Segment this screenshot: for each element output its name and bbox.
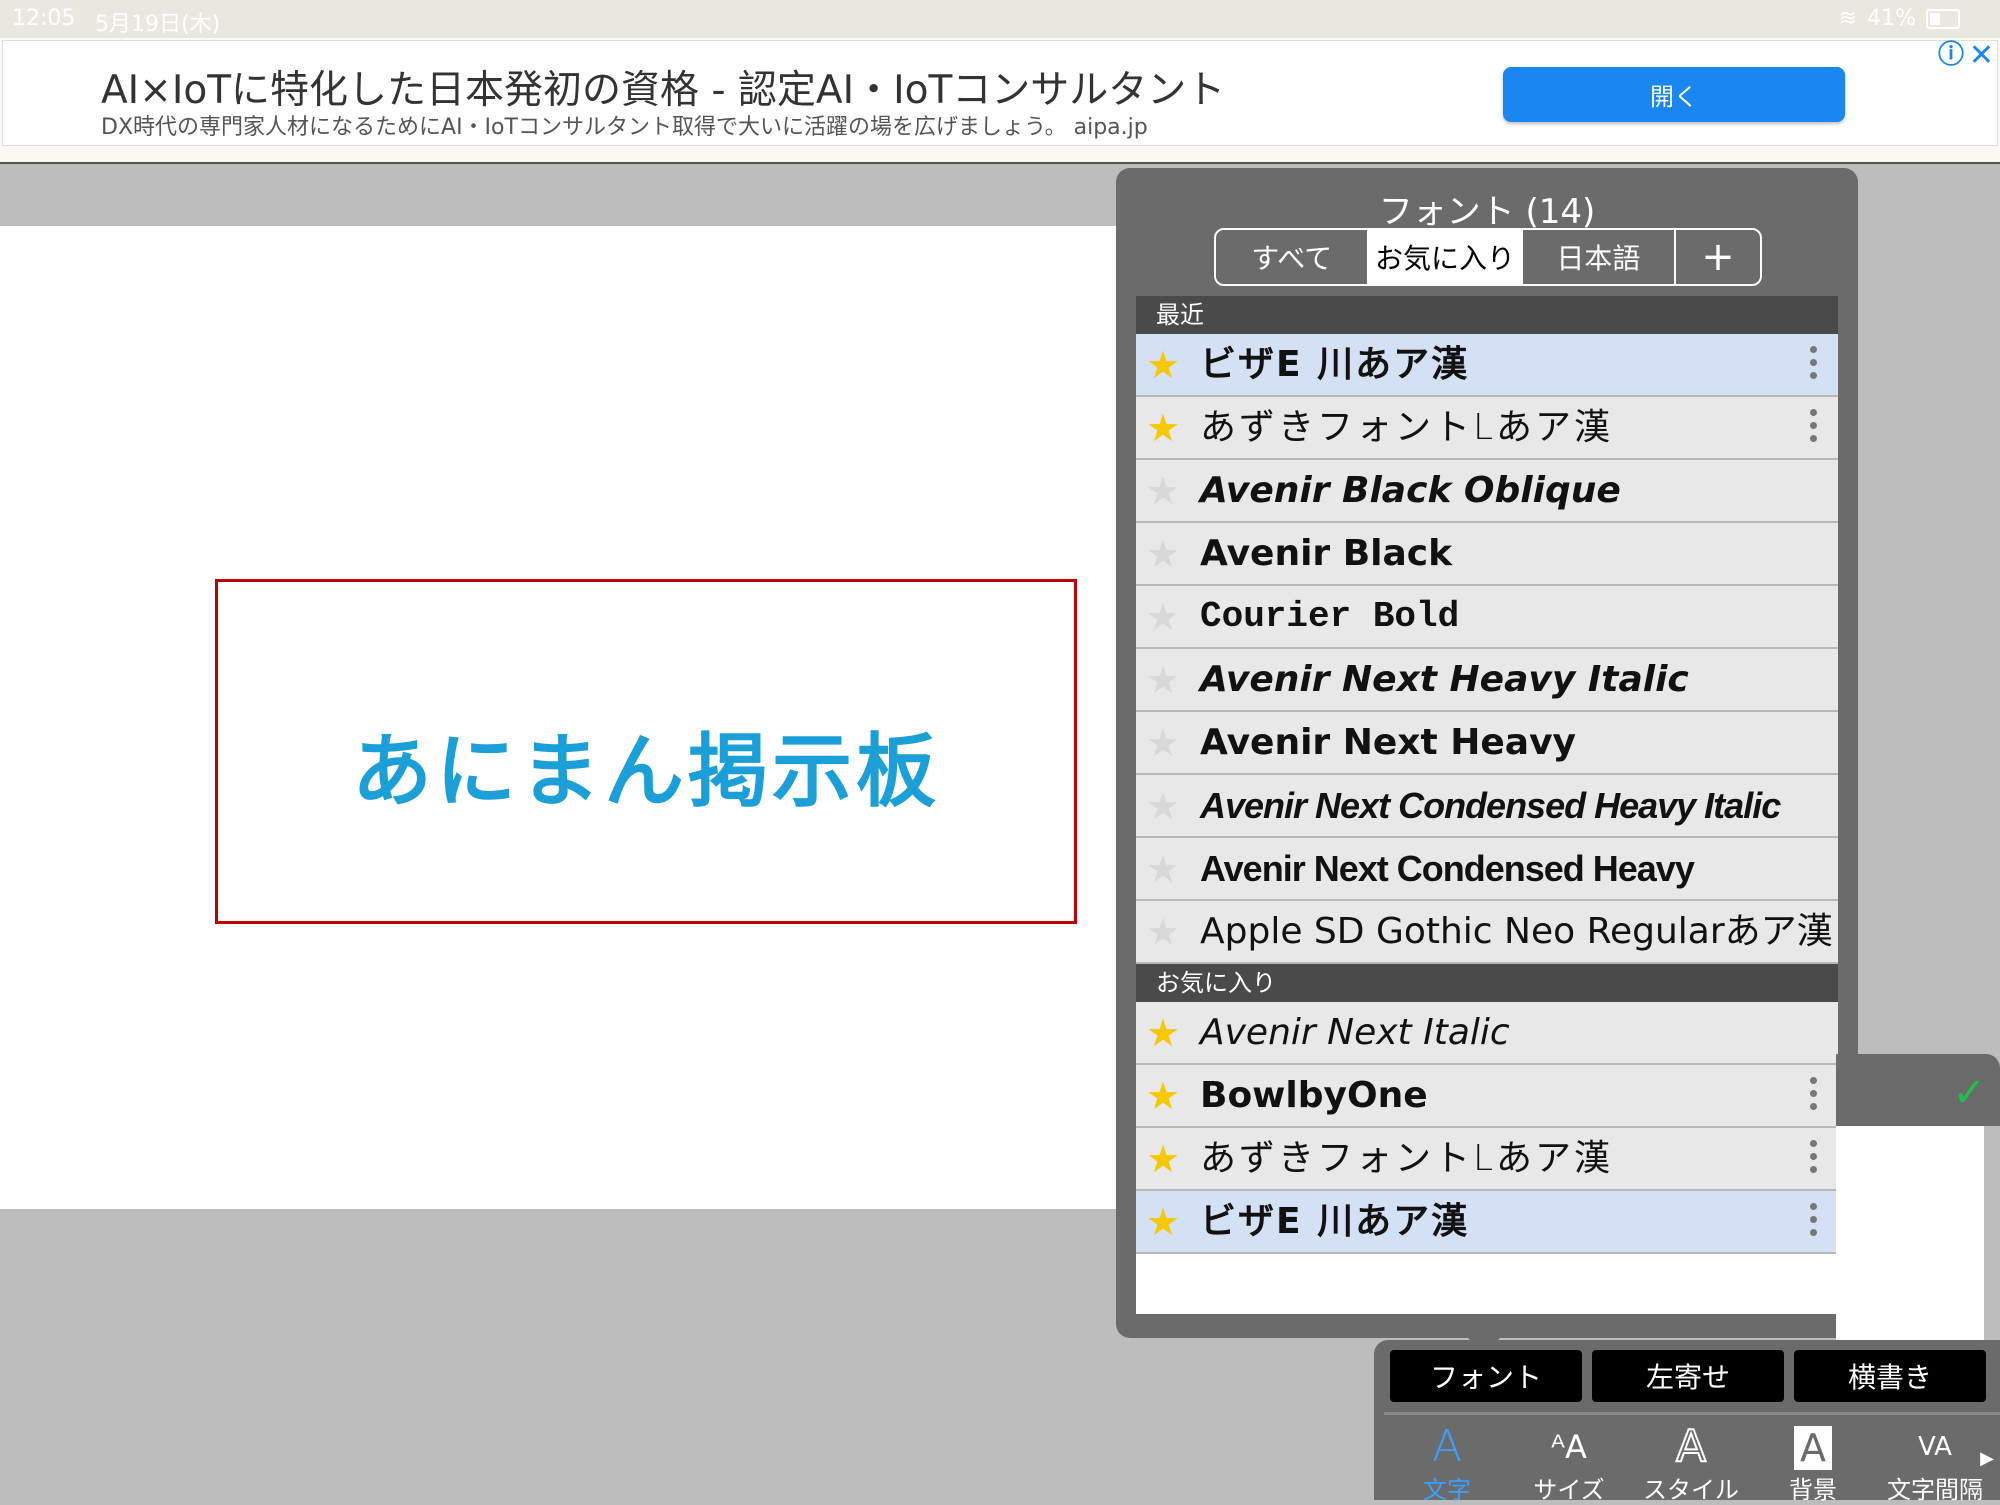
star-icon[interactable]: ★ <box>1146 913 1180 951</box>
ad-open-button[interactable]: 開く <box>1503 67 1845 122</box>
font-row[interactable]: ★ Avenir Next Heavy <box>1136 712 1838 775</box>
tab-spacing[interactable]: VA 文字間隔 <box>1874 1420 1996 1505</box>
tab-style[interactable]: A スタイル <box>1630 1420 1752 1505</box>
ad-subtitle[interactable]: DX時代の専門家人材になるためにAI・IoTコンサルタント取得で大いに活躍の場を… <box>101 109 1148 141</box>
ad-close-icon[interactable]: ✕ <box>1969 38 1994 73</box>
tab-background[interactable]: A 背景 <box>1752 1420 1874 1505</box>
battery-percent: 41% <box>1867 6 1916 31</box>
font-name: Avenir Next Italic <box>1200 1012 1510 1053</box>
tab-size[interactable]: ᴬA サイズ <box>1508 1420 1630 1505</box>
check-icon[interactable]: ✓ <box>1952 1070 1986 1116</box>
ad-banner[interactable]: AI×IoTに特化した日本発初の資格 - 認定AI・IoTコンサルタント DX時… <box>0 38 2000 164</box>
segment-all[interactable]: すべて <box>1216 230 1370 284</box>
star-icon[interactable]: ★ <box>1146 535 1180 573</box>
more-options-icon[interactable] <box>1810 1203 1818 1236</box>
font-name: ビザE 川あア漢 <box>1200 1201 1470 1242</box>
font-row[interactable]: ★ Avenir Next Condensed Heavy Italic <box>1136 775 1838 838</box>
star-icon[interactable]: ★ <box>1146 409 1180 447</box>
font-name: あずきフォントLあア漢 <box>1200 1138 1614 1179</box>
status-date: 5月19日(木) <box>95 12 221 37</box>
toolbar-buttons: フォント 左寄せ 横書き <box>1390 1350 1986 1402</box>
font-name: ビザE 川あア漢 <box>1200 344 1470 385</box>
star-icon[interactable]: ★ <box>1146 850 1180 888</box>
horizontal-writing-button[interactable]: 横書き <box>1794 1350 1986 1402</box>
star-icon[interactable]: ★ <box>1146 1203 1180 1241</box>
font-name: Avenir Black Oblique <box>1200 470 1621 511</box>
add-font-button[interactable]: + <box>1675 230 1760 284</box>
font-list[interactable]: 最近 ★ ビザE 川あア漢 ★ あずきフォントLあア漢 ★ Avenir Black Ob… <box>1136 296 1838 1314</box>
font-row[interactable]: ★ Avenir Black Oblique <box>1136 460 1838 523</box>
more-options-icon[interactable] <box>1810 1140 1818 1173</box>
font-row[interactable]: ★ あずきフォントLあア漢 <box>1136 1128 1838 1191</box>
section-favorites: お気に入り <box>1136 964 1838 1002</box>
status-time: 12:05 <box>12 6 76 31</box>
toolbar-divider <box>1384 1412 2000 1415</box>
star-icon[interactable]: ★ <box>1146 472 1180 510</box>
more-options-icon[interactable] <box>1810 346 1818 379</box>
wifi-icon: ≋ <box>1838 6 1858 31</box>
text-box[interactable]: あにまん掲示板 <box>215 579 1077 924</box>
star-icon[interactable]: ★ <box>1146 1077 1180 1115</box>
background-icon: A <box>1752 1420 1874 1474</box>
align-left-button[interactable]: 左寄せ <box>1592 1350 1784 1402</box>
star-icon[interactable]: ★ <box>1146 787 1180 825</box>
ad-card[interactable]: AI×IoTに特化した日本発初の資格 - 認定AI・IoTコンサルタント DX時… <box>2 40 1998 146</box>
more-options-icon[interactable] <box>1810 409 1818 442</box>
font-row[interactable]: ★ Avenir Next Italic <box>1136 1002 1838 1065</box>
status-right: ≋ 41% <box>1839 6 1960 31</box>
font-name: Avenir Next Heavy <box>1200 722 1576 763</box>
segment-favorites[interactable]: お気に入り <box>1369 230 1523 284</box>
bottom-toolbar: フォント 左寄せ 横書き A 文字 ᴬA サイズ A スタイル A 背景 VA … <box>1374 1340 2000 1504</box>
status-bar: 12:05 5月19日(木) ≋ 41% <box>0 0 2000 38</box>
scroll-right-icon[interactable]: ▶ <box>1980 1448 1994 1469</box>
font-button[interactable]: フォント <box>1390 1350 1582 1402</box>
font-row[interactable]: ★ Apple SD Gothic Neo Regularあア漢 <box>1136 901 1838 964</box>
size-icon: ᴬA <box>1551 1428 1587 1466</box>
font-filter-segment: すべて お気に入り 日本語 + <box>1214 228 1762 286</box>
segment-japanese[interactable]: 日本語 <box>1522 230 1676 284</box>
star-icon[interactable]: ★ <box>1146 346 1180 384</box>
font-row[interactable]: ★ ビザE 川あア漢 <box>1136 334 1838 397</box>
side-panel-body <box>1836 1126 1984 1346</box>
battery-icon <box>1926 8 1960 29</box>
section-recent: 最近 <box>1136 296 1838 334</box>
ad-title[interactable]: AI×IoTに特化した日本発初の資格 - 認定AI・IoTコンサルタント <box>101 59 1225 115</box>
ad-info-icon[interactable]: ⓘ <box>1938 42 1964 68</box>
more-options-icon[interactable] <box>1810 1077 1818 1110</box>
font-name: Avenir Next Condensed Heavy Italic <box>1200 785 1781 826</box>
font-name: Avenir Next Heavy Italic <box>1200 659 1689 700</box>
font-name: Avenir Next Condensed Heavy <box>1200 848 1695 889</box>
toolbar-tabs: A 文字 ᴬA サイズ A スタイル A 背景 VA 文字間隔 <box>1386 1420 1996 1505</box>
side-panel: ✓ <box>1836 1054 2000 1346</box>
font-name: Courier Bold <box>1200 596 1460 637</box>
font-row[interactable]: ★ ビザE 川あア漢 <box>1136 1191 1838 1254</box>
font-row[interactable]: ★ Avenir Black <box>1136 523 1838 586</box>
font-row[interactable]: ★ Courier Bold <box>1136 586 1838 649</box>
font-row[interactable]: ★ あずきフォントLあア漢 <box>1136 397 1838 460</box>
text-box-content: あにまん掲示板 <box>352 725 940 818</box>
font-name: BowlbyOne <box>1200 1075 1428 1116</box>
star-icon[interactable]: ★ <box>1146 661 1180 699</box>
tab-text[interactable]: A 文字 <box>1386 1420 1508 1505</box>
text-icon: A <box>1431 1421 1463 1472</box>
font-row[interactable]: ★ BowlbyOne <box>1136 1065 1838 1128</box>
font-row[interactable]: ★ Avenir Next Condensed Heavy <box>1136 838 1838 901</box>
style-icon: A <box>1675 1420 1707 1473</box>
star-icon[interactable]: ★ <box>1146 598 1180 636</box>
font-name: Avenir Black <box>1200 533 1453 574</box>
side-panel-header: ✓ <box>1836 1054 2000 1126</box>
star-icon[interactable]: ★ <box>1146 724 1180 762</box>
font-panel-title: フォント (14) <box>1378 192 1596 232</box>
font-row[interactable]: ★ Avenir Next Heavy Italic <box>1136 649 1838 712</box>
font-panel: フォント (14) すべて お気に入り 日本語 + 最近 ★ ビザE 川あア漢 ★ あ… <box>1116 168 1858 1338</box>
font-name: Apple SD Gothic Neo Regularあア漢 <box>1200 911 1833 952</box>
font-name: あずきフォントLあア漢 <box>1200 407 1614 448</box>
star-icon[interactable]: ★ <box>1146 1014 1180 1052</box>
star-icon[interactable]: ★ <box>1146 1140 1180 1178</box>
letter-spacing-icon: VA <box>1918 1432 1952 1462</box>
